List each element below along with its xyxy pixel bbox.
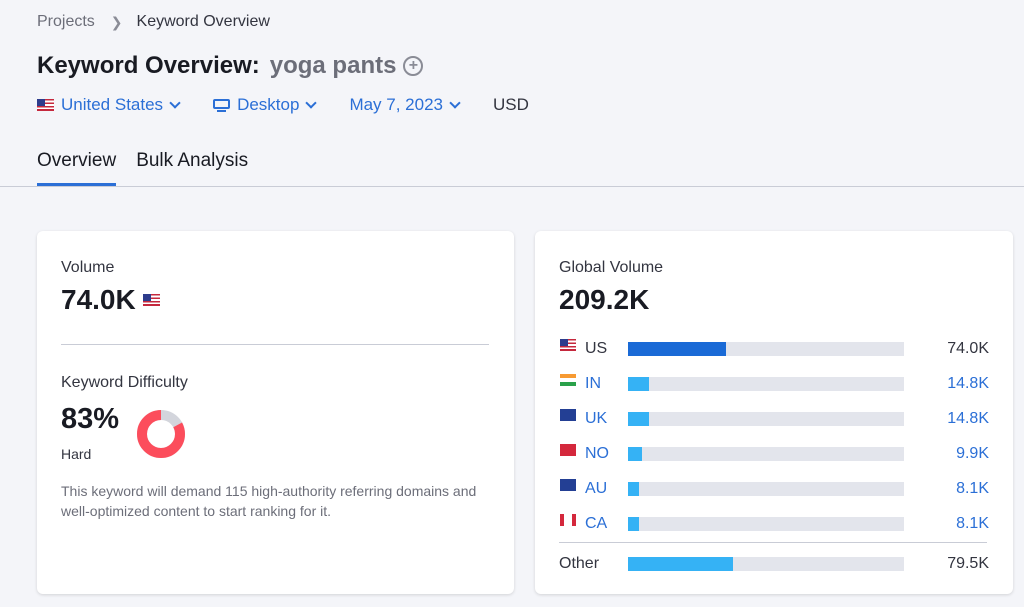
tabs-divider bbox=[0, 186, 1024, 187]
keyword-difficulty-label: Keyword Difficulty bbox=[61, 374, 188, 391]
card-divider bbox=[559, 542, 987, 543]
volume-bar bbox=[628, 517, 904, 531]
country-code-link[interactable]: CA bbox=[585, 515, 607, 533]
country-volume-link[interactable]: 9.9K bbox=[956, 445, 989, 463]
breadcrumb: Projects ❯ Keyword Overview bbox=[37, 13, 270, 31]
volume-bar-fill bbox=[628, 517, 640, 531]
ca-flag-icon bbox=[560, 514, 576, 526]
volume-bar bbox=[628, 557, 904, 571]
tab-bulk-analysis[interactable]: Bulk Analysis bbox=[136, 150, 248, 186]
country-row: IN 14.8K bbox=[559, 374, 989, 394]
volume-number: 74.0K bbox=[61, 284, 136, 315]
other-volume: 79.5K bbox=[947, 555, 989, 572]
country-code-link[interactable]: UK bbox=[585, 410, 607, 428]
us-flag-icon bbox=[37, 99, 54, 111]
filter-bar: United States Desktop May 7, 2023 USD bbox=[37, 95, 529, 115]
volume-bar-fill bbox=[628, 377, 649, 391]
volume-bar-fill bbox=[628, 482, 640, 496]
country-code: US bbox=[585, 340, 608, 357]
country-volume-link[interactable]: 8.1K bbox=[956, 515, 989, 533]
chevron-right-icon: ❯ bbox=[110, 13, 123, 30]
country-row: US 74.0K bbox=[559, 339, 989, 359]
country-volume-link[interactable]: 8.1K bbox=[956, 480, 989, 498]
device-dropdown-label: Desktop bbox=[237, 95, 300, 114]
country-volume: 74.0K bbox=[947, 340, 989, 357]
au-flag-icon bbox=[560, 479, 576, 491]
desktop-icon bbox=[213, 98, 231, 112]
other-label: Other bbox=[559, 555, 600, 572]
volume-bar bbox=[628, 342, 904, 356]
volume-bar-fill bbox=[628, 447, 642, 461]
country-volume-link[interactable]: 14.8K bbox=[947, 375, 989, 393]
date-dropdown[interactable]: May 7, 2023 bbox=[349, 95, 461, 115]
currency-label: USD bbox=[493, 95, 529, 114]
tab-overview[interactable]: Overview bbox=[37, 150, 117, 186]
country-row: AU 8.1K bbox=[559, 479, 989, 499]
no-flag-icon bbox=[560, 444, 576, 456]
volume-bar-fill bbox=[628, 557, 733, 571]
tab-bar: Overview Bulk Analysis bbox=[37, 150, 268, 186]
difficulty-donut-chart bbox=[137, 410, 185, 458]
page-title-prefix: Keyword Overview: bbox=[37, 52, 260, 79]
country-volume-link[interactable]: 14.8K bbox=[947, 410, 989, 428]
volume-value: 74.0K bbox=[61, 284, 160, 316]
date-dropdown-label: May 7, 2023 bbox=[349, 95, 443, 114]
device-dropdown[interactable]: Desktop bbox=[213, 95, 318, 115]
card-divider bbox=[61, 344, 489, 345]
global-volume-label: Global Volume bbox=[559, 259, 664, 276]
volume-bar-fill bbox=[628, 412, 649, 426]
chevron-down-icon bbox=[169, 96, 181, 109]
volume-bar bbox=[628, 482, 904, 496]
volume-bar bbox=[628, 447, 904, 461]
breadcrumb-current: Keyword Overview bbox=[136, 13, 270, 30]
global-volume-value: 209.2K bbox=[559, 284, 650, 315]
country-row: UK 14.8K bbox=[559, 409, 989, 429]
in-flag-icon bbox=[560, 374, 576, 386]
page-title-keyword: yoga pants bbox=[269, 52, 397, 79]
add-keyword-icon[interactable]: + bbox=[403, 56, 424, 76]
country-code-link[interactable]: NO bbox=[585, 445, 609, 463]
us-flag-icon bbox=[142, 294, 160, 306]
country-row: CA 8.1K bbox=[559, 514, 989, 534]
country-code-link[interactable]: AU bbox=[585, 480, 607, 498]
country-code-link[interactable]: IN bbox=[585, 375, 601, 393]
keyword-difficulty-level: Hard bbox=[61, 446, 92, 462]
other-row: Other 79.5K bbox=[559, 554, 989, 574]
country-row: NO 9.9K bbox=[559, 444, 989, 464]
volume-card: Volume 74.0K Keyword Difficulty 83% Hard… bbox=[37, 231, 514, 594]
chevron-down-icon bbox=[449, 96, 461, 109]
us-flag-icon bbox=[560, 339, 576, 351]
keyword-difficulty-description: This keyword will demand 115 high-author… bbox=[61, 483, 477, 519]
global-volume-card: Global Volume 209.2K US 74.0K IN 14.8K U… bbox=[535, 231, 1013, 594]
chevron-down-icon bbox=[305, 96, 318, 109]
volume-bar bbox=[628, 377, 904, 391]
page-title: Keyword Overview: yoga pants + bbox=[37, 52, 424, 80]
breadcrumb-projects-link[interactable]: Projects bbox=[37, 13, 95, 31]
country-dropdown-label: United States bbox=[61, 95, 164, 114]
volume-bar-fill bbox=[628, 342, 726, 356]
volume-label: Volume bbox=[61, 259, 115, 276]
volume-bar bbox=[628, 412, 904, 426]
keyword-difficulty-value: 83% bbox=[61, 403, 120, 435]
country-dropdown[interactable]: United States bbox=[37, 95, 181, 115]
uk-flag-icon bbox=[560, 409, 576, 421]
